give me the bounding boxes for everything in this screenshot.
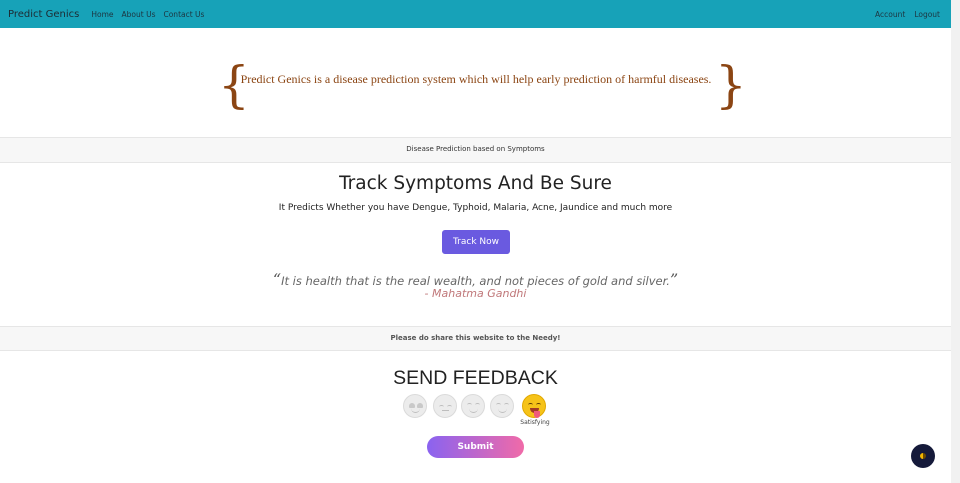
- rating-label: Satisfying: [520, 419, 550, 426]
- page-scrollbar[interactable]: [951, 0, 960, 483]
- share-band-text: Please do share this website to the Need…: [390, 334, 561, 342]
- right-brace-icon: }: [715, 56, 747, 114]
- quote-body: It is health that is the real wealth, an…: [281, 274, 670, 288]
- quote-author: - Mahatma Gandhi: [424, 287, 527, 300]
- share-band: Please do share this website to the Need…: [0, 326, 951, 351]
- section-band-text: Disease Prediction based on Symptoms: [406, 145, 545, 153]
- hero-title: Track Symptoms And Be Sure: [339, 173, 612, 194]
- nav-right-group: Account Logout: [866, 10, 951, 19]
- intro-text: Predict Genics is a disease prediction s…: [240, 72, 712, 86]
- moon-icon: [920, 453, 926, 459]
- nav-home[interactable]: Home: [91, 10, 113, 19]
- nav-contact-us[interactable]: Contact Us: [163, 10, 204, 19]
- submit-button[interactable]: Submit: [427, 436, 524, 458]
- hero-subtitle: It Predicts Whether you have Dengue, Typ…: [278, 203, 673, 213]
- brand-logo[interactable]: Predict Genics: [8, 9, 79, 20]
- nav-account[interactable]: Account: [875, 10, 905, 19]
- tongue-face-icon[interactable]: [522, 394, 546, 418]
- nav-about-us[interactable]: About Us: [122, 10, 156, 19]
- theme-toggle-button[interactable]: [911, 444, 935, 468]
- neutral-face-icon[interactable]: [433, 394, 457, 418]
- section-band: Disease Prediction based on Symptoms: [0, 137, 951, 163]
- grin-face-icon[interactable]: [490, 394, 514, 418]
- smile-face-icon[interactable]: [461, 394, 485, 418]
- top-navbar: Predict Genics Home About Us Contact Us …: [0, 0, 951, 28]
- nav-logout[interactable]: Logout: [914, 10, 940, 19]
- track-now-button[interactable]: Track Now: [442, 230, 510, 254]
- feedback-title: SEND FEEDBACK: [393, 367, 558, 389]
- love-face-icon[interactable]: [403, 394, 427, 418]
